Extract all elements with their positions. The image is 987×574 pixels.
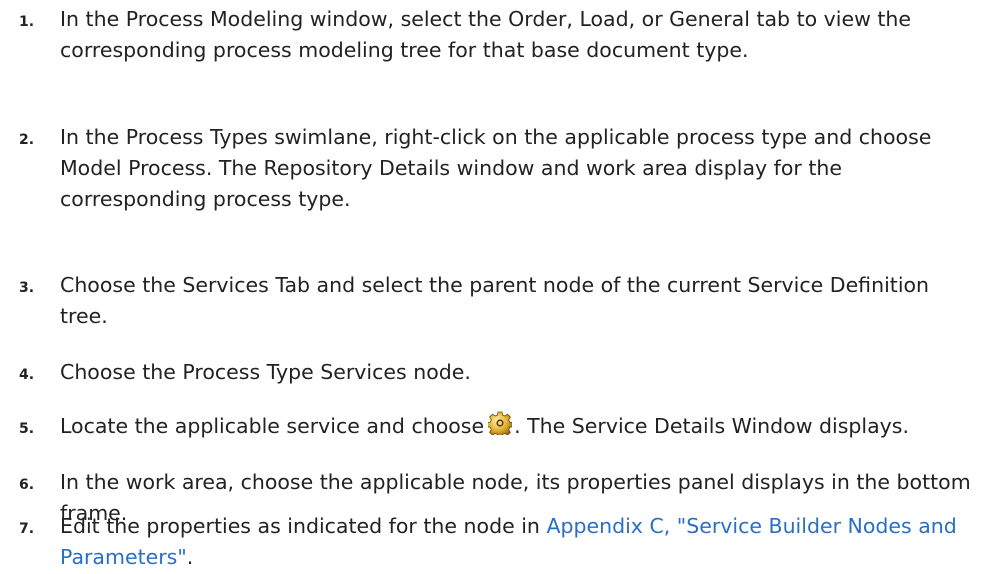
step-text-before-link: Edit the properties as indicated for the… xyxy=(60,514,540,538)
step-text: Edit the properties as indicated for the… xyxy=(60,511,980,573)
step-5: 5. Locate the applicable service and cho… xyxy=(0,411,987,442)
step-text-after-icon: . The Service Details Window displays. xyxy=(514,414,909,438)
step-text: Choose the Services Tab and select the p… xyxy=(60,273,930,328)
step-2: 2. In the Process Types swimlane, right-… xyxy=(0,122,987,215)
step-4: 4. Choose the Process Type Services node… xyxy=(0,357,987,388)
step-3: 3. Choose the Services Tab and select th… xyxy=(0,270,987,332)
step-text-before-icon: Locate the applicable service and choose xyxy=(60,414,485,438)
step-number: 6. xyxy=(19,477,35,493)
step-number: 4. xyxy=(19,367,35,383)
step-text: Choose the Process Type Services node. xyxy=(60,360,471,384)
step-1: 1. In the Process Modeling window, selec… xyxy=(0,4,987,66)
step-number: 1. xyxy=(19,14,35,30)
step-number: 2. xyxy=(19,132,35,148)
step-7: 7. Edit the properties as indicated for … xyxy=(0,511,987,573)
step-number: 3. xyxy=(19,280,35,296)
step-text: In the Process Modeling window, select t… xyxy=(60,7,912,62)
gear-icon xyxy=(488,411,513,435)
step-number: 5. xyxy=(19,421,35,437)
step-text: Locate the applicable service and choose… xyxy=(60,411,980,442)
step-text: In the Process Types swimlane, right-cli… xyxy=(60,125,932,211)
step-text-after-link: . xyxy=(186,545,194,569)
step-number: 7. xyxy=(19,521,35,537)
